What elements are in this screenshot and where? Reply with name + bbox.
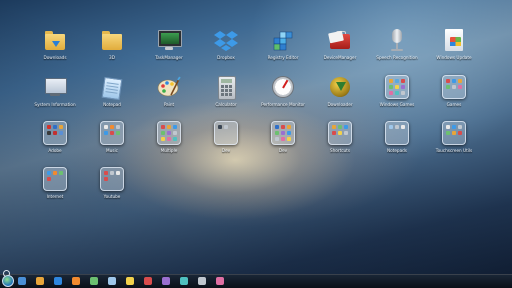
registry-editor-icon (271, 28, 295, 52)
tile-label: Windows Games (379, 102, 415, 107)
group-folder-icon (100, 121, 124, 145)
internet-group[interactable]: Internet (30, 167, 80, 199)
tile-label: 3D (109, 55, 115, 60)
notepads-group[interactable]: Notepads (372, 121, 422, 153)
tile-label: Registry Editor (267, 55, 299, 60)
group-folder-icon (157, 121, 181, 145)
registry-editor-tile[interactable]: Registry Editor (258, 28, 308, 60)
taskbar (0, 274, 512, 288)
group-folder-icon (271, 121, 295, 145)
windows-update-icon (442, 28, 466, 52)
downloads-folder-icon (43, 28, 67, 52)
adobe-group[interactable]: Adobe (30, 121, 80, 153)
media-icon[interactable] (36, 277, 44, 285)
paint-icon (157, 75, 181, 99)
paint-icon[interactable] (144, 277, 152, 285)
folder-3d-tile[interactable]: 3D (87, 28, 137, 60)
group-folder-icon (385, 75, 409, 99)
tile-label: Multiple (160, 148, 178, 153)
tile-label: DeviceManager (323, 55, 357, 60)
system-information-tile[interactable]: System Information (30, 75, 80, 107)
firefox-icon[interactable] (72, 277, 80, 285)
notepad-icon (100, 75, 124, 101)
tile-label: Notepad (103, 102, 121, 107)
notepad-icon[interactable] (108, 277, 116, 285)
tile-label: Performance Monitor (261, 102, 305, 107)
tile-label: TaskManager (155, 55, 183, 60)
speech-recognition-tile[interactable]: Speech Recognition (372, 28, 422, 60)
tile-label: Paint (163, 102, 175, 107)
task-manager-tile[interactable]: TaskManager (144, 28, 194, 60)
dev-group-1[interactable]: Dev (201, 121, 251, 153)
tile-label: System Information (34, 102, 76, 107)
group-folder-icon (43, 121, 67, 145)
tile-label: Music (106, 148, 118, 153)
start-button[interactable] (2, 275, 14, 287)
tile-label: Shortcuts (329, 148, 351, 153)
task-manager-icon (157, 28, 182, 52)
folder-icon[interactable] (126, 277, 134, 285)
tile-label: Touchscreen Utils (435, 148, 473, 153)
tile-label: Dev (278, 148, 288, 153)
calculator-tile[interactable]: Calculator (201, 75, 251, 107)
group-folder-icon (214, 121, 238, 145)
tile-label: Dropbox (217, 55, 235, 60)
multiple-group[interactable]: Multiple (144, 121, 194, 153)
notepad-tile[interactable]: Notepad (87, 75, 137, 107)
downloader-icon (328, 75, 352, 99)
chrome-icon[interactable] (90, 277, 98, 285)
windows-update-tile[interactable]: Windows Update (429, 28, 479, 60)
tile-label: Games (446, 102, 462, 107)
app-icon[interactable] (216, 277, 224, 285)
youtube-group[interactable]: Youtube (87, 167, 137, 199)
paint-tile[interactable]: Paint (144, 75, 194, 107)
group-folder-icon (442, 75, 466, 99)
tile-label: Adobe (48, 148, 62, 153)
tile-label: Speech Recognition (376, 55, 418, 60)
tile-label: Youtube (103, 194, 121, 199)
downloads-tile[interactable]: Downloads (30, 28, 80, 60)
windows-games-group[interactable]: Windows Games (372, 75, 422, 107)
microphone-icon (385, 28, 409, 52)
group-folder-icon (328, 121, 352, 145)
tile-label: Notepads (387, 148, 407, 153)
tile-label: Windows Update (436, 55, 472, 60)
tile-label: Downloader (327, 102, 353, 107)
explorer-icon[interactable] (18, 277, 26, 285)
performance-monitor-icon (271, 75, 295, 99)
games-group[interactable]: Games (429, 75, 479, 107)
ie-icon[interactable] (54, 277, 62, 285)
downloader-tile[interactable]: Downloader (315, 75, 365, 107)
dev-group-2[interactable]: Dev (258, 121, 308, 153)
folder-icon (100, 28, 124, 52)
device-manager-tile[interactable]: DeviceManager (315, 28, 365, 60)
shortcuts-group[interactable]: Shortcuts (315, 121, 365, 153)
device-manager-icon (328, 28, 352, 52)
calculator-icon (214, 75, 238, 100)
system-information-icon (43, 75, 67, 99)
tile-label: Internet (46, 194, 64, 199)
tile-label: Downloads (43, 55, 67, 60)
group-folder-icon (442, 121, 466, 145)
app-icon[interactable] (198, 277, 206, 285)
group-folder-icon (43, 167, 67, 191)
tile-label: Dev (221, 148, 231, 153)
dropbox-icon (214, 28, 238, 52)
touchscreen-utils-group[interactable]: Touchscreen Utils (429, 121, 479, 153)
performance-monitor-tile[interactable]: Performance Monitor (258, 75, 308, 107)
group-folder-icon (100, 167, 124, 191)
launchpad-desktop: Downloads 3D TaskManager Dropbox Registr… (0, 0, 512, 288)
group-folder-icon (385, 121, 409, 145)
music-group[interactable]: Music (87, 121, 137, 153)
tile-label: Calculator (215, 102, 237, 107)
app-icon[interactable] (162, 277, 170, 285)
app-icon[interactable] (180, 277, 188, 285)
dropbox-tile[interactable]: Dropbox (201, 28, 251, 60)
